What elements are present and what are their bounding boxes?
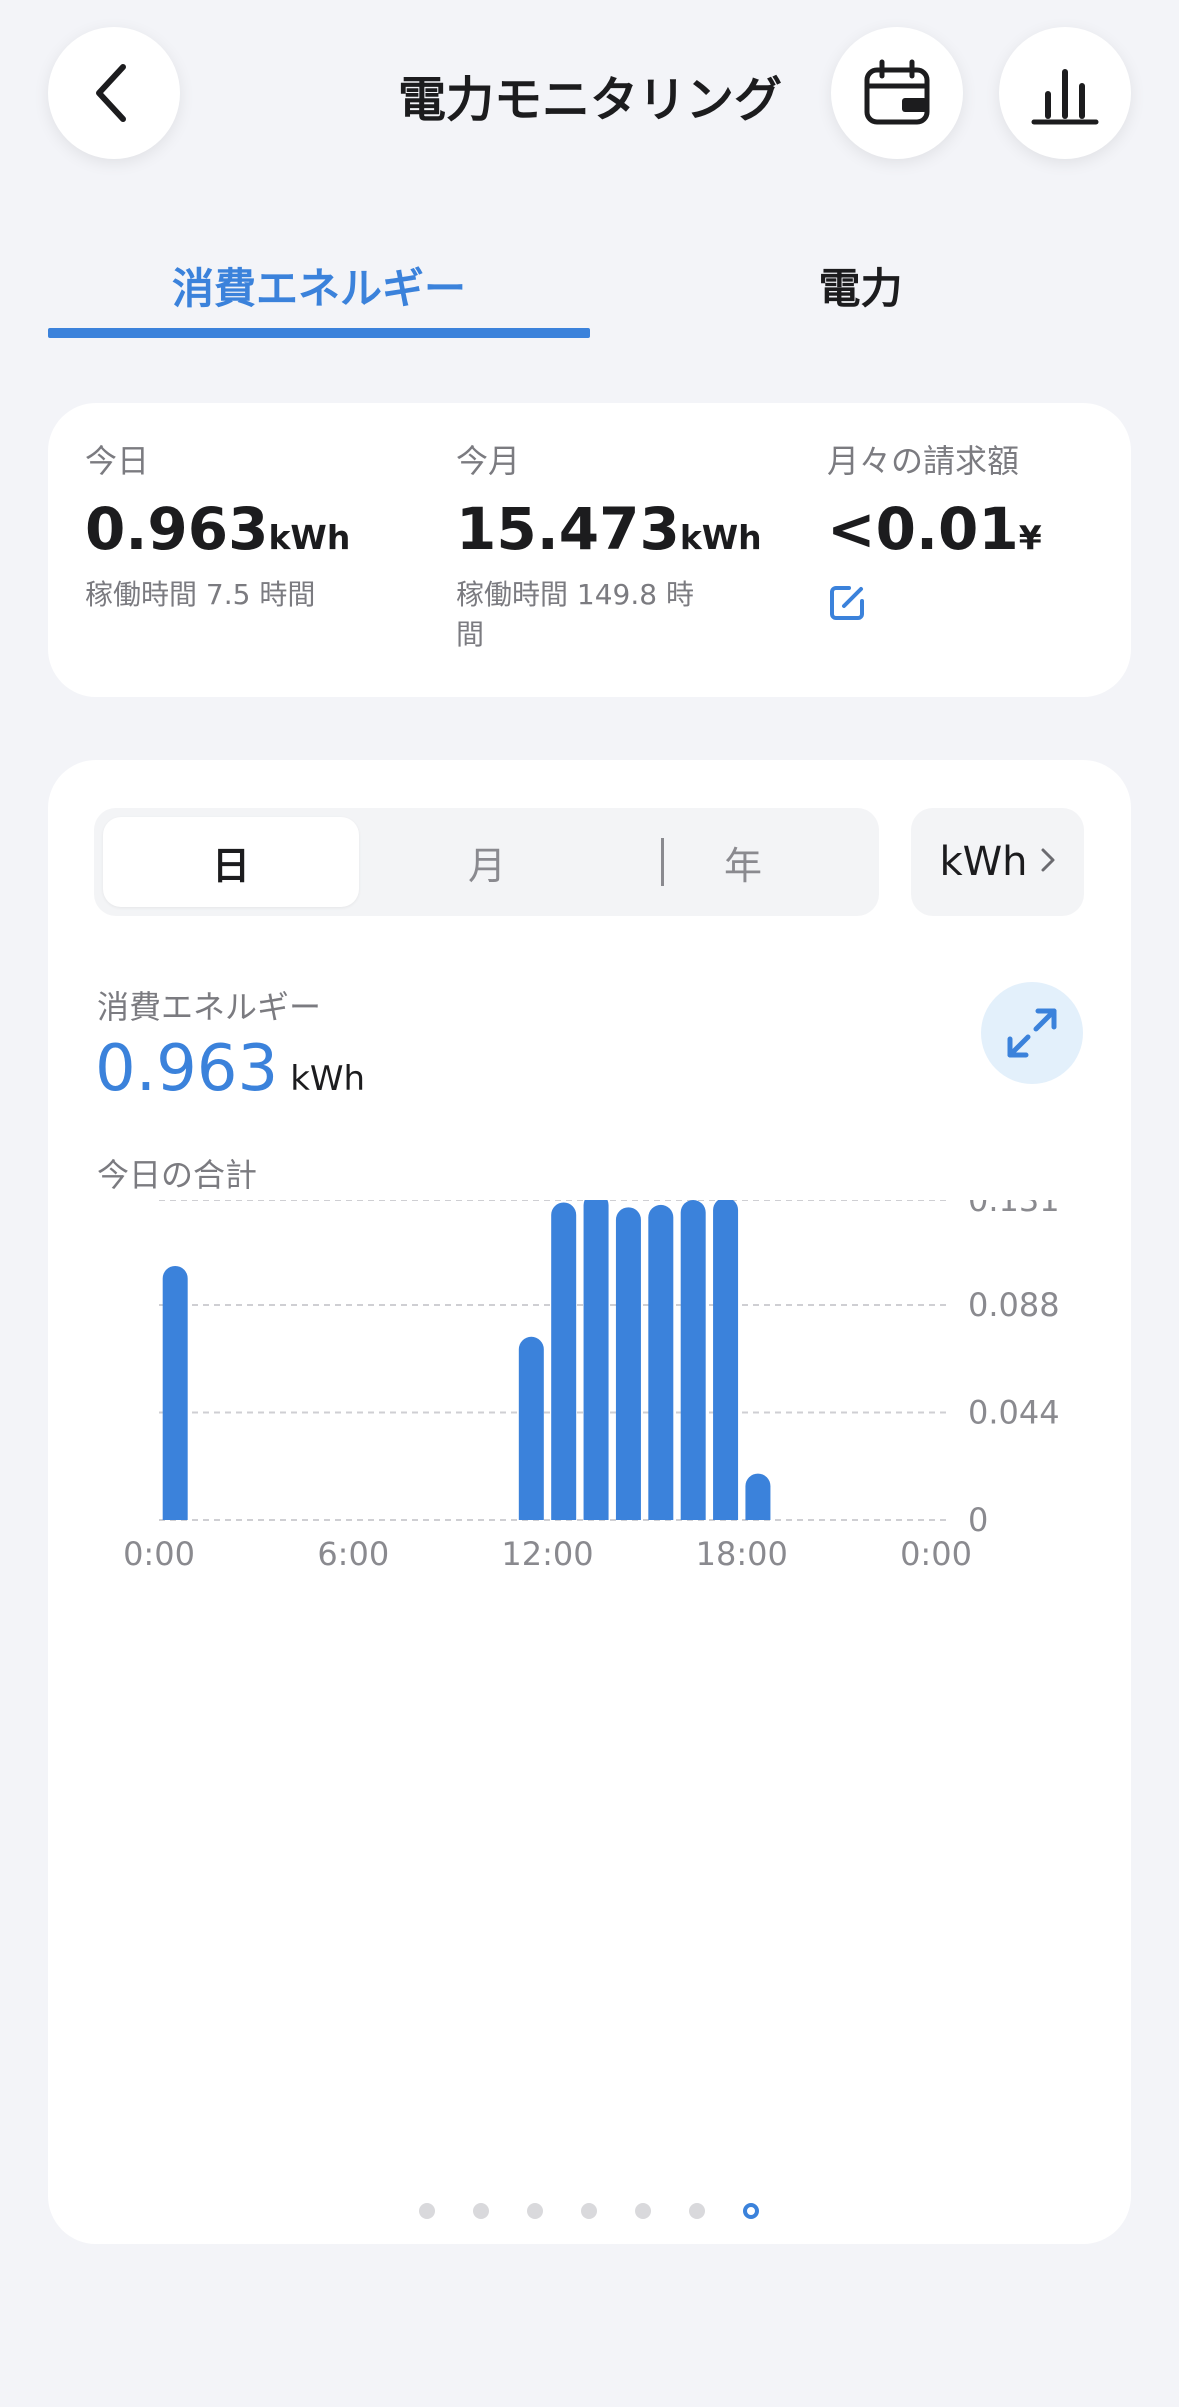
energy-bar-chart: 0 0.044 0.088 0.131 0:00 6:00 12:00 18:00 0:00 [123, 1200, 1060, 1573]
today-value: 0.963kWh [85, 489, 415, 569]
page-dot[interactable] [527, 2203, 543, 2219]
today-energy-value: 0.963 [85, 495, 269, 563]
page-dot[interactable] [635, 2203, 651, 2219]
calendar-wallet-icon [864, 59, 930, 125]
x-tick-label: 12:00 [501, 1535, 593, 1573]
today-summary: 今日 0.963kWh 稼働時間 7.5 時間 [85, 433, 415, 615]
chevron-right-icon [1040, 843, 1056, 881]
unit-button[interactable]: kWh [911, 808, 1084, 916]
month-value: 15.473kWh [456, 489, 786, 569]
active-tab-indicator [48, 328, 590, 338]
bill-summary: 月々の請求額 <0.01¥ [827, 433, 1157, 623]
expand-button[interactable] [981, 982, 1083, 1084]
edit-icon[interactable] [827, 583, 867, 623]
bill-label: 月々の請求額 [827, 442, 1020, 480]
y-tick-label: 0.131 [968, 1200, 1060, 1219]
chart-bar [615, 1207, 641, 1520]
calendar-button[interactable] [831, 27, 963, 159]
chart-bar [648, 1204, 674, 1520]
bill-amount: <0.01 [827, 495, 1019, 563]
month-label: 今月 [456, 442, 521, 480]
x-tick-label: 18:00 [696, 1535, 788, 1573]
summary-card: 今日 0.963kWh 稼働時間 7.5 時間 今月 15.473kWh 稼働時… [48, 403, 1131, 697]
bill-currency: ¥ [1018, 518, 1042, 557]
today-label: 今日 [85, 442, 150, 480]
y-tick-label: 0.044 [968, 1394, 1060, 1432]
period-year[interactable]: 年 [615, 808, 871, 916]
page-indicator [48, 2194, 1131, 2224]
y-tick-label: 0.088 [968, 1286, 1060, 1324]
chart-card: 日 月 年 kWh 消費エネルギー 0.963 kWh 今日の合計 0 0.044 0… [48, 760, 1131, 2244]
month-runtime: 稼働時間 149.8 時間 [456, 578, 694, 651]
today-energy-unit: kWh [268, 518, 351, 557]
tab-bar: 消費エネルギー 電力 [48, 230, 1131, 340]
back-button[interactable] [48, 27, 180, 159]
chart-total-value: 0.963 [95, 1032, 279, 1106]
x-tick-label: 0:00 [123, 1535, 195, 1573]
month-energy-value: 15.473 [456, 495, 680, 563]
x-tick-label: 6:00 [317, 1535, 389, 1573]
chart-bar [745, 1473, 771, 1520]
chart-total: 0.963 kWh [95, 1032, 365, 1122]
chart-total-unit: kWh [290, 1059, 366, 1099]
bill-value: <0.01¥ [827, 489, 1157, 569]
page-dot[interactable] [419, 2203, 435, 2219]
month-energy-unit: kWh [679, 518, 762, 557]
chart-bar [551, 1202, 577, 1520]
header-bar: 電力モニタリング [0, 0, 1179, 190]
chart-bar [713, 1200, 739, 1520]
page-dot[interactable] [743, 2203, 759, 2219]
chart-bar [680, 1200, 706, 1520]
period-month[interactable]: 月 [359, 808, 615, 916]
y-tick-label: 0 [968, 1501, 988, 1539]
page-dot[interactable] [689, 2203, 705, 2219]
expand-icon [1007, 1008, 1057, 1058]
period-selector: 日 月 年 [94, 808, 879, 916]
statistics-button[interactable] [999, 27, 1131, 159]
bar-chart-icon [1031, 69, 1099, 125]
x-tick-label: 0:00 [900, 1535, 972, 1573]
chart-bar [518, 1336, 544, 1520]
unit-button-label: kWh [939, 839, 1028, 885]
chart-subtitle: 今日の合計 [97, 1156, 258, 1194]
month-summary: 今月 15.473kWh 稼働時間 149.8 時間 [456, 433, 786, 655]
chevron-left-icon [96, 64, 126, 122]
today-runtime: 稼働時間 7.5 時間 [85, 578, 316, 611]
page-dot[interactable] [473, 2203, 489, 2219]
tab-power[interactable]: 電力 [590, 230, 1131, 340]
tab-energy[interactable]: 消費エネルギー [48, 230, 590, 340]
chart-metric-label: 消費エネルギー [97, 988, 322, 1026]
chart-bar [583, 1200, 609, 1520]
chart-bar [162, 1265, 188, 1520]
page-title: 電力モニタリング [397, 72, 782, 128]
period-day[interactable]: 日 [103, 817, 359, 907]
page-dot[interactable] [581, 2203, 597, 2219]
